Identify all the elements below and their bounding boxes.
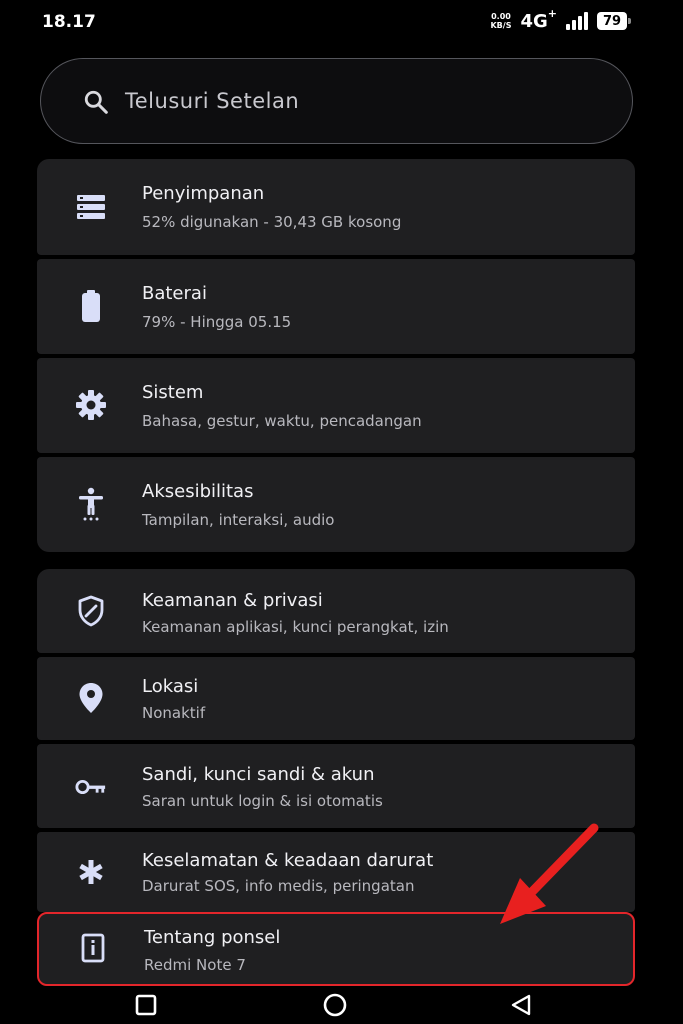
- home-circle-icon[interactable]: [323, 993, 347, 1017]
- settings-item-system[interactable]: Sistem Bahasa, gestur, waktu, pencadanga…: [37, 358, 635, 453]
- settings-item-security-privacy[interactable]: Keamanan & privasi Keamanan aplikasi, ku…: [37, 569, 635, 653]
- search-bar[interactable]: Telusuri Setelan: [40, 58, 633, 144]
- settings-item-title: Aksesibilitas: [142, 481, 254, 502]
- settings-item-accessibility[interactable]: Aksesibilitas Tampilan, interaksi, audio: [37, 457, 635, 552]
- settings-item-title: Penyimpanan: [142, 183, 265, 204]
- settings-item-subtitle: Redmi Note 7: [144, 956, 246, 974]
- network-type-plus: +: [547, 7, 557, 20]
- settings-item-passwords-accounts[interactable]: Sandi, kunci sandi & akun Saran untuk lo…: [37, 744, 635, 828]
- settings-item-subtitle: Keamanan aplikasi, kunci perangkat, izin: [142, 618, 449, 636]
- key-icon: [75, 771, 107, 803]
- settings-item-subtitle: Bahasa, gestur, waktu, pencadangan: [142, 412, 422, 430]
- network-speed-value: 0.00: [491, 12, 511, 21]
- settings-item-title: Tentang ponsel: [144, 927, 281, 948]
- settings-item-title: Keamanan & privasi: [142, 590, 323, 611]
- navigation-bar: [0, 985, 683, 1024]
- gear-icon: [75, 389, 107, 421]
- status-indicators: 0.00 KB/S 4G+ 79: [490, 7, 631, 32]
- battery-level: 79: [602, 13, 622, 29]
- settings-item-subtitle: Saran untuk login & isi otomatis: [142, 792, 383, 810]
- back-triangle-icon[interactable]: [509, 993, 533, 1017]
- asterisk-icon: [75, 856, 107, 888]
- battery-icon: [75, 290, 107, 322]
- settings-item-subtitle: 79% - Hingga 05.15: [142, 313, 292, 331]
- settings-item-title: Keselamatan & keadaan darurat: [142, 850, 434, 871]
- network-type: 4G+: [520, 7, 557, 32]
- network-speed-unit: KB/S: [490, 21, 512, 30]
- info-icon: [77, 932, 109, 964]
- status-bar: 18.17 0.00 KB/S 4G+ 79: [0, 0, 683, 46]
- network-type-label: 4G: [520, 11, 548, 32]
- search-placeholder: Telusuri Setelan: [125, 89, 300, 113]
- location-pin-icon: [75, 682, 107, 714]
- settings-item-storage[interactable]: Penyimpanan 52% digunakan - 30,43 GB kos…: [37, 159, 635, 255]
- settings-item-location[interactable]: Lokasi Nonaktif: [37, 657, 635, 740]
- settings-item-title: Sandi, kunci sandi & akun: [142, 764, 375, 785]
- accessibility-icon: [75, 487, 107, 521]
- storage-icon: [75, 191, 107, 223]
- settings-item-title: Lokasi: [142, 676, 199, 697]
- shield-icon: [75, 595, 107, 627]
- recents-square-icon[interactable]: [134, 993, 158, 1017]
- settings-item-subtitle: Nonaktif: [142, 704, 206, 722]
- network-speed: 0.00 KB/S: [490, 12, 511, 30]
- battery-status-icon: 79: [597, 12, 631, 30]
- settings-item-battery[interactable]: Baterai 79% - Hingga 05.15: [37, 259, 635, 354]
- settings-item-title: Sistem: [142, 382, 204, 403]
- settings-item-subtitle: Darurat SOS, info medis, peringatan: [142, 877, 415, 895]
- signal-strength-icon: [566, 12, 588, 30]
- annotation-arrow-icon: [500, 823, 599, 924]
- settings-item-title: Baterai: [142, 283, 207, 304]
- status-time: 18.17: [42, 12, 96, 32]
- settings-item-subtitle: 52% digunakan - 30,43 GB kosong: [142, 213, 402, 231]
- search-icon: [84, 90, 108, 114]
- settings-item-subtitle: Tampilan, interaksi, audio: [142, 511, 335, 529]
